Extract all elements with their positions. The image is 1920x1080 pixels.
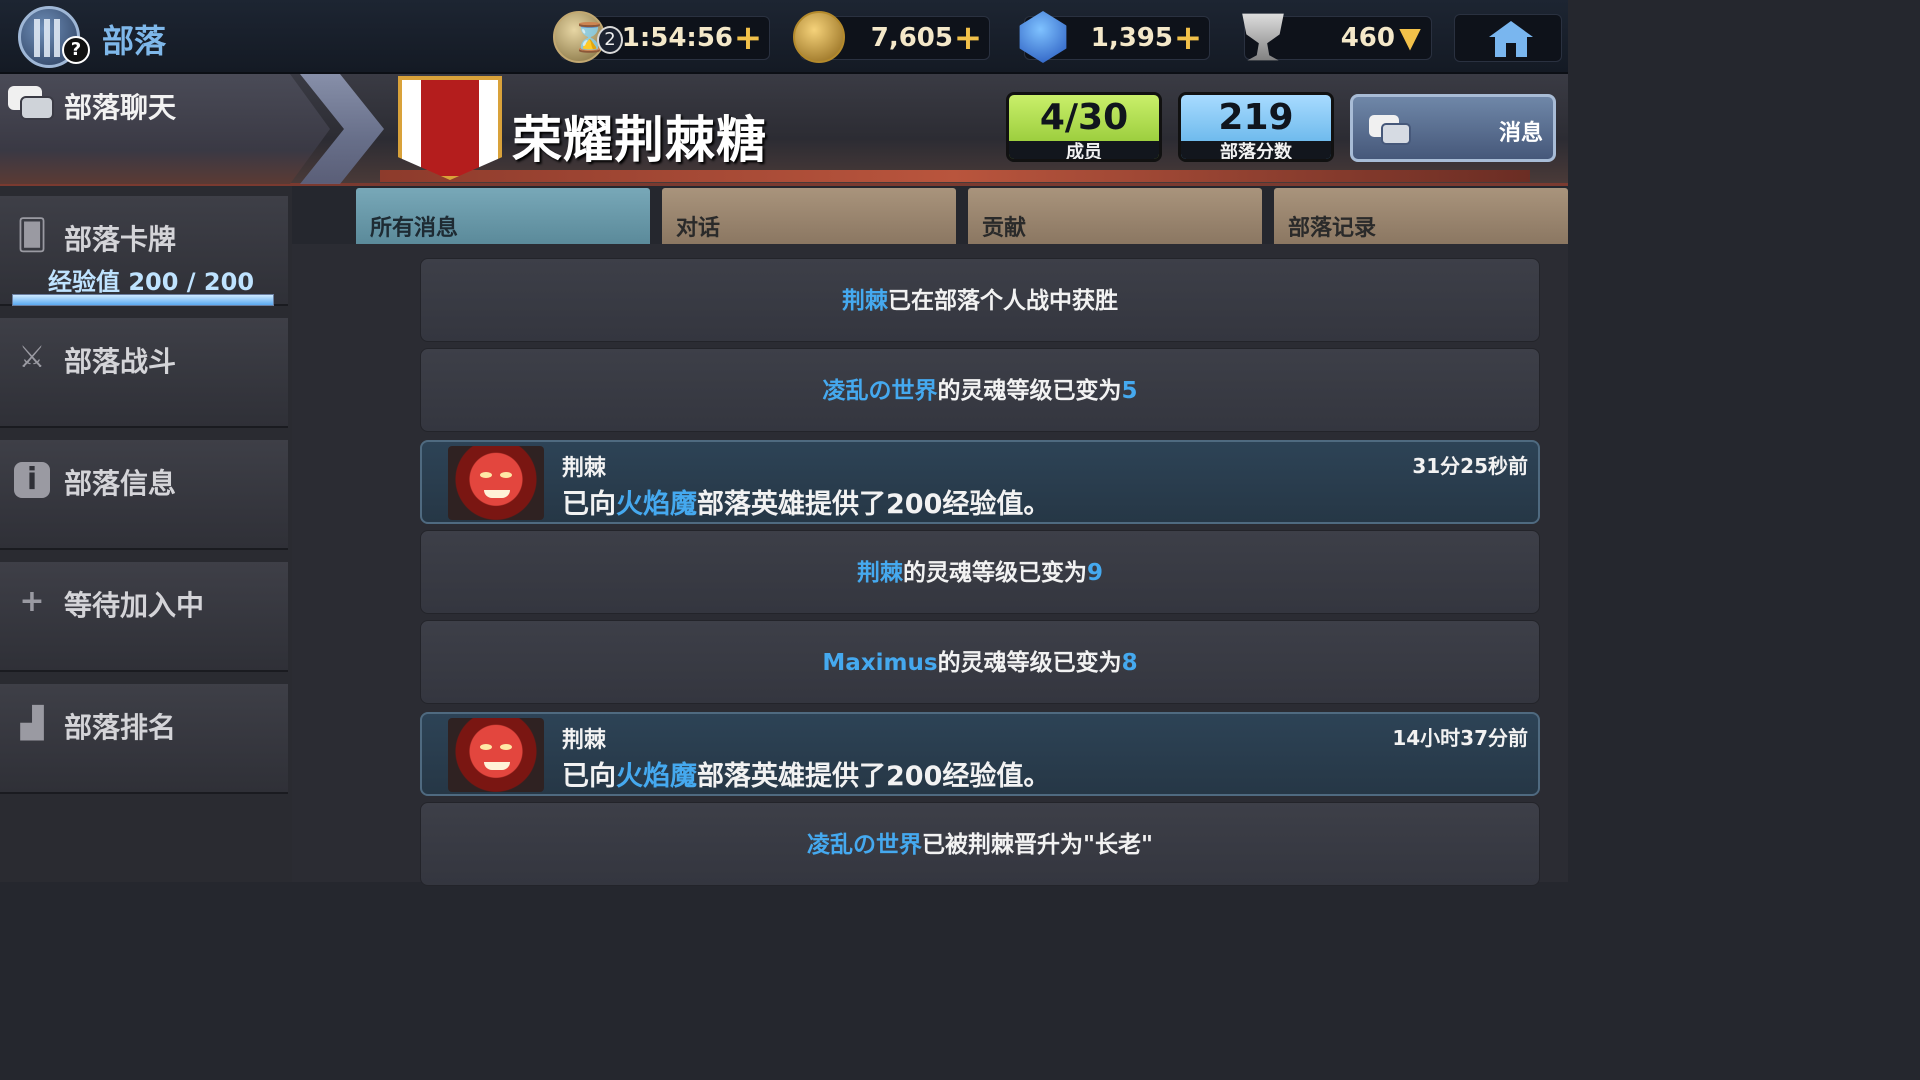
gem-plus-button[interactable]: + xyxy=(1173,20,1203,56)
player-name[interactable]: 荆棘 xyxy=(562,722,606,754)
tab-label: 贡献 xyxy=(982,216,1027,241)
message-text: 已被荆棘晋升为"长老" xyxy=(922,832,1153,858)
gold-resource: 7,605 + xyxy=(793,11,990,63)
tab-clan-log[interactable]: 部落记录 xyxy=(1274,188,1568,244)
trophy-value: 460 xyxy=(1340,23,1395,53)
player-name-link[interactable]: 荆棘 xyxy=(857,560,903,586)
sidebar-item-clan-cards[interactable]: 🂠 部落卡牌 经验值 200 / 200 xyxy=(0,196,288,306)
message-timestamp: 14小时37分前 xyxy=(1392,726,1528,750)
sidebar-item-clan-info[interactable]: i 部落信息 xyxy=(0,440,288,550)
cards-icon: 🂠 xyxy=(16,218,48,253)
message-timestamp: 31分25秒前 xyxy=(1412,454,1528,478)
sidebar-item-pending-join[interactable]: + 等待加入中 xyxy=(0,562,288,672)
home-icon xyxy=(1489,21,1533,37)
gold-coin-icon xyxy=(793,11,845,63)
sidebar-item-label: 部落信息 xyxy=(64,467,177,500)
clan-chat-label: 部落聊天 xyxy=(64,91,177,124)
player-name[interactable]: 荆棘 xyxy=(562,450,606,482)
top-bar: ? 部落 ⌛ 2 1:54:56 + 7,605 + 1,395 + 460 ▼ xyxy=(0,0,1568,74)
timer-plus-button[interactable]: + xyxy=(733,20,763,56)
message-text: 已在部落个人战中获胜 xyxy=(888,288,1118,314)
page-title: 部落 xyxy=(102,22,167,60)
avatar[interactable] xyxy=(448,718,544,792)
list-item: Maximus的灵魂等级已变为8 xyxy=(420,620,1540,704)
soul-level-value: 9 xyxy=(1086,560,1103,586)
xp-progress-bar xyxy=(12,294,274,306)
sidebar-item-label: 部落卡牌 xyxy=(64,223,177,256)
message-text: 的灵魂等级已变为 xyxy=(937,378,1122,404)
messages-button[interactable]: 消息 xyxy=(1350,94,1556,162)
chat-bubbles-icon xyxy=(8,86,56,122)
members-caption: 成员 xyxy=(1009,141,1159,159)
player-name-link[interactable]: 凌乱の世界 xyxy=(822,378,937,404)
messages-label: 消息 xyxy=(1498,121,1543,146)
gold-value: 7,605 xyxy=(870,23,953,53)
podium-icon: ▟ xyxy=(20,706,44,741)
members-value: 4/30 xyxy=(1039,97,1129,138)
tab-all-messages[interactable]: 所有消息 xyxy=(356,188,650,244)
list-item: 凌乱の世界已被荆棘晋升为"长老" xyxy=(420,802,1540,886)
message-text: 已向 xyxy=(562,761,616,792)
clan-score-value: 219 xyxy=(1218,97,1294,138)
list-item: 荆棘 31分25秒前 已向火焰魔部落英雄提供了200经验值。 xyxy=(420,440,1540,524)
gem-value: 1,395 xyxy=(1090,23,1173,53)
list-item: 荆棘已在部落个人战中获胜 xyxy=(420,258,1540,342)
sidebar-item-label: 部落战斗 xyxy=(64,345,177,378)
soul-level-value: 5 xyxy=(1121,378,1138,404)
hero-name-link[interactable]: 火焰魔 xyxy=(616,761,697,792)
sidebar-item-clan-ranking[interactable]: ▟ 部落排名 xyxy=(0,684,288,794)
sidebar-item-label: 部落排名 xyxy=(64,711,177,744)
avatar[interactable] xyxy=(448,446,544,520)
tab-contribution[interactable]: 贡献 xyxy=(968,188,1262,244)
sidebar-item-label: 等待加入中 xyxy=(64,589,205,622)
timer-resource: ⌛ 2 1:54:56 + xyxy=(553,11,770,63)
tab-label: 部落记录 xyxy=(1288,216,1377,241)
player-name-link[interactable]: 荆棘 xyxy=(842,288,888,314)
trophy-dropdown-button[interactable]: ▼ xyxy=(1395,20,1425,56)
trophy-icon xyxy=(1242,13,1284,61)
timer-value: 1:54:56 xyxy=(621,23,733,53)
help-icon[interactable]: ? xyxy=(62,36,90,64)
message-text: 部落英雄提供了200经验值。 xyxy=(697,761,1051,792)
message-text: 部落英雄提供了200经验值。 xyxy=(697,489,1051,520)
player-name-link[interactable]: 凌乱の世界 xyxy=(807,832,922,858)
tab-dialog[interactable]: 对话 xyxy=(662,188,956,244)
player-name-link[interactable]: Maximus xyxy=(822,650,937,676)
xp-label: 经验值 200 / 200 xyxy=(48,268,255,296)
hero-name-link[interactable]: 火焰魔 xyxy=(616,489,697,520)
plus-icon: + xyxy=(19,584,45,619)
clan-name: 荣耀荆棘糖 xyxy=(512,111,767,169)
message-text: 已向 xyxy=(562,489,616,520)
tab-label: 所有消息 xyxy=(370,216,459,241)
tab-label: 对话 xyxy=(676,216,721,241)
list-item: 荆棘的灵魂等级已变为9 xyxy=(420,530,1540,614)
sidebar-item-clan-battle[interactable]: ⚔ 部落战斗 xyxy=(0,318,288,428)
clan-score-stat: 219 部落分数 xyxy=(1178,92,1334,162)
message-text: 的灵魂等级已变为 xyxy=(937,650,1122,676)
trophy-resource: 460 ▼ xyxy=(1242,13,1432,61)
gold-plus-button[interactable]: + xyxy=(953,20,983,56)
crossed-swords-icon: ⚔ xyxy=(18,340,46,375)
clan-score-caption: 部落分数 xyxy=(1181,141,1331,159)
timer-count: 2 xyxy=(597,26,623,54)
soul-level-value: 8 xyxy=(1121,650,1138,676)
info-icon: i xyxy=(14,462,50,498)
list-item: 荆棘 14小时37分前 已向火焰魔部落英雄提供了200经验值。 xyxy=(420,712,1540,796)
xp-progress-fill xyxy=(13,295,273,305)
home-button[interactable] xyxy=(1454,14,1562,62)
gem-resource: 1,395 + xyxy=(1019,11,1210,63)
list-item: 凌乱の世界的灵魂等级已变为5 xyxy=(420,348,1540,432)
message-text: 的灵魂等级已变为 xyxy=(902,560,1087,586)
gem-icon xyxy=(1019,11,1067,63)
members-stat: 4/30 成员 xyxy=(1006,92,1162,162)
